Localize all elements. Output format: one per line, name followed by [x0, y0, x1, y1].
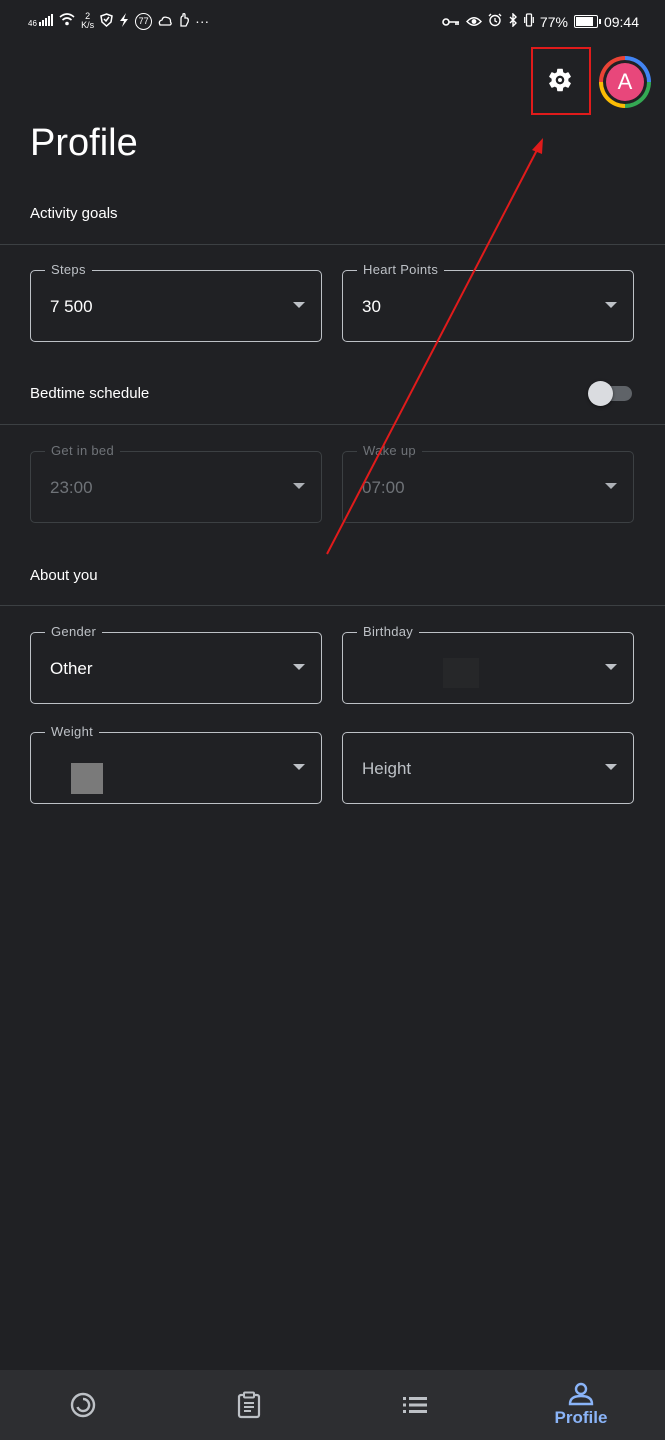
gender-value: Other [50, 659, 93, 678]
activity-goals-heading: Activity goals [30, 205, 118, 222]
wake-up-value: 07:00 [362, 478, 405, 497]
battery-percent: 77% [539, 13, 568, 30]
birthday-dropdown[interactable]: Birthday [342, 624, 634, 704]
bottom-navigation: Profile [0, 1370, 665, 1440]
about-you-heading: About you [30, 567, 98, 584]
dropdown-arrow-icon [293, 302, 305, 308]
signal-icon: 46 [28, 14, 54, 28]
browse-list-icon [403, 1397, 427, 1413]
bedtime-heading: Bedtime schedule [30, 385, 150, 402]
steps-value: 7 500 [50, 297, 93, 316]
cloud-icon [158, 13, 172, 29]
get-in-bed-label: Get in bed [45, 443, 120, 458]
weight-label: Weight [45, 724, 100, 739]
divider [0, 424, 665, 425]
profile-person-icon [568, 1382, 594, 1406]
heart-points-dropdown[interactable]: Heart Points 30 [342, 262, 634, 342]
page-title: Profile [30, 122, 138, 164]
avatar-letter: A [617, 69, 633, 94]
nav-profile-label: Profile [554, 1408, 608, 1427]
divider [0, 605, 665, 606]
clock: 09:44 [603, 13, 639, 30]
dropdown-arrow-icon [605, 483, 617, 489]
bedtime-toggle-thumb[interactable] [588, 381, 613, 406]
badge-label: 77 [138, 16, 149, 26]
dropdown-arrow-icon [605, 664, 617, 670]
divider [0, 244, 665, 245]
nav-journal[interactable] [166, 1370, 332, 1440]
weight-dropdown[interactable]: Weight [30, 724, 322, 804]
wifi-icon [59, 13, 75, 29]
status-left: 46 2 K/s 77 ··· [28, 12, 209, 30]
dropdown-arrow-icon [293, 764, 305, 770]
heart-points-label: Heart Points [357, 262, 445, 277]
bolt-icon [119, 12, 129, 30]
dropdown-arrow-icon [293, 483, 305, 489]
net-speed-unit: K/s [81, 20, 95, 30]
birthday-label: Birthday [357, 624, 420, 639]
vibrate-icon [524, 13, 534, 30]
status-bar: 46 2 K/s 77 ··· 77% 09:44 [0, 0, 665, 46]
battery-icon [573, 15, 601, 28]
nav-profile[interactable]: Profile [498, 1370, 664, 1440]
gender-label: Gender [45, 624, 103, 639]
heart-points-value: 30 [362, 297, 381, 316]
dropdown-arrow-icon [605, 764, 617, 770]
vpn-key-icon [442, 14, 460, 30]
home-ring-icon [70, 1392, 96, 1418]
get-in-bed-value: 23:00 [50, 478, 93, 497]
net-speed: 2 K/s [81, 12, 94, 30]
alarm-icon [488, 13, 502, 30]
get-in-bed-dropdown[interactable]: Get in bed 23:00 [30, 443, 322, 523]
nav-browse[interactable] [332, 1370, 498, 1440]
signal-label: 46 [28, 19, 37, 28]
dropdown-arrow-icon [605, 302, 617, 308]
badge-icon: 77 [135, 12, 153, 30]
height-placeholder: Height [362, 759, 412, 778]
steps-label: Steps [45, 262, 92, 277]
shield-icon [100, 12, 113, 30]
annotation-highlight-box [531, 47, 591, 115]
steps-dropdown[interactable]: Steps 7 500 [30, 262, 322, 342]
height-dropdown[interactable]: Height [342, 732, 634, 804]
bluetooth-icon [508, 12, 518, 30]
journal-clipboard-icon [237, 1391, 261, 1419]
wake-up-dropdown[interactable]: Wake up 07:00 [342, 443, 634, 523]
birthday-redacted-value [443, 658, 479, 688]
wake-up-label: Wake up [357, 443, 422, 458]
weight-redacted-value [71, 763, 103, 794]
eye-icon [465, 14, 482, 30]
more-notifications: ··· [195, 13, 210, 29]
dropdown-arrow-icon [293, 664, 305, 670]
avatar[interactable]: A [606, 63, 644, 101]
hand-icon [178, 12, 190, 30]
status-right: 77% 09:44 [442, 12, 639, 30]
gender-dropdown[interactable]: Gender Other [30, 624, 322, 704]
nav-home[interactable] [0, 1370, 166, 1440]
